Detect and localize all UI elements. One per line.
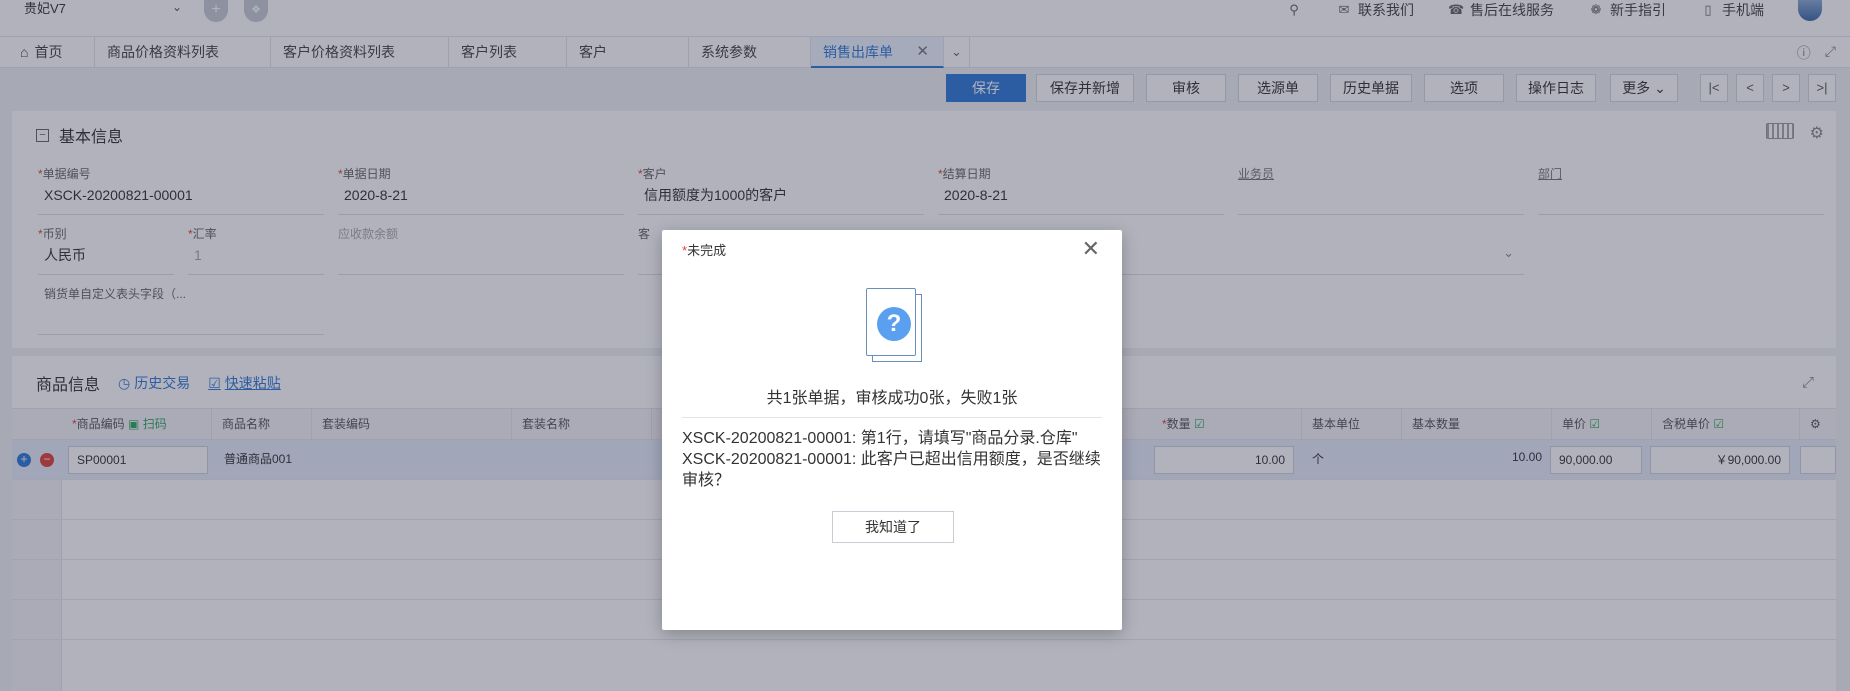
dialog-messages: XSCK-20200821-00001: 第1行，请填写"商品分录.仓库" XS… [682, 428, 1108, 491]
dialog-title: *未完成 [682, 243, 727, 258]
dialog-divider [682, 417, 1102, 418]
close-icon[interactable]: ✕ [1082, 238, 1100, 260]
ok-button[interactable]: 我知道了 [832, 511, 954, 543]
question-document-icon: ? [864, 288, 926, 364]
dialog-summary: 共1张单据，审核成功0张，失败1张 [766, 390, 1018, 407]
error-message: XSCK-20200821-00001: 第1行，请填写"商品分录.仓库" [682, 430, 1078, 447]
incomplete-dialog: *未完成 ✕ ? 共1张单据，审核成功0张，失败1张 XSCK-20200821… [662, 230, 1122, 630]
error-message: XSCK-20200821-00001: 此客户已超出信用额度，是否继续审核？ [682, 451, 1101, 489]
